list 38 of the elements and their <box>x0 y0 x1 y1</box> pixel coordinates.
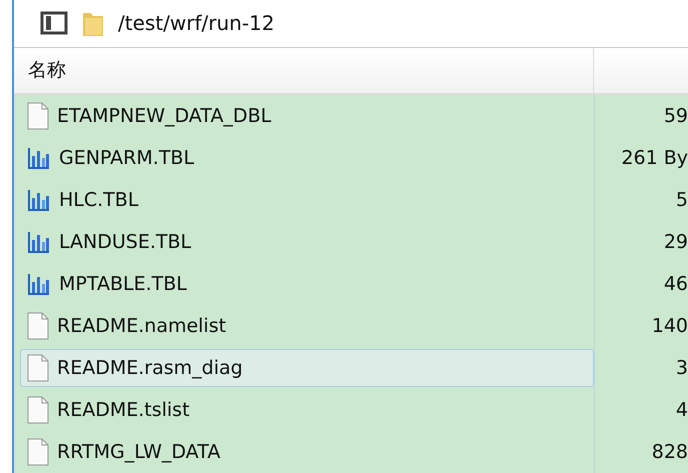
file-name[interactable]: MPTABLE.TBL <box>20 265 594 303</box>
file-name[interactable]: README.namelist <box>20 307 594 345</box>
file-name-text: GENPARM.TBL <box>59 147 194 169</box>
file-name-text: ETAMPNEW_DATA_DBL <box>57 105 272 127</box>
file-name[interactable]: GENPARM.TBL <box>20 139 594 177</box>
file-name-text: README.namelist <box>57 315 226 337</box>
file-name-text: README.tslist <box>57 399 190 421</box>
document-icon <box>27 354 49 382</box>
file-size: 140 <box>594 305 688 347</box>
document-icon <box>27 312 49 340</box>
path-text: /test/wrf/run-12 <box>118 11 274 36</box>
document-icon <box>27 102 49 130</box>
bar-chart-icon <box>27 188 51 212</box>
file-name[interactable]: HLC.TBL <box>20 181 594 219</box>
file-size: 59 <box>594 95 688 137</box>
file-name-text: HLC.TBL <box>59 189 138 211</box>
file-name-text: README.rasm_diag <box>57 357 243 379</box>
document-icon <box>27 438 49 466</box>
file-size: 4 <box>594 389 688 431</box>
file-size: 46 <box>594 263 688 305</box>
file-name-text: MPTABLE.TBL <box>59 273 187 295</box>
bar-chart-icon <box>27 230 51 254</box>
file-size: 828 <box>594 431 688 473</box>
sidebar-toggle-icon[interactable] <box>40 11 68 36</box>
bar-chart-icon <box>27 146 51 170</box>
file-size: 261 By <box>594 137 688 179</box>
document-icon <box>27 396 49 424</box>
file-size: 3 <box>594 347 688 389</box>
file-name[interactable]: LANDUSE.TBL <box>20 223 594 261</box>
file-name[interactable]: RRTMG_LW_DATA <box>20 433 594 471</box>
file-size: 5 <box>594 179 688 221</box>
bar-chart-icon <box>27 272 51 296</box>
file-name[interactable]: README.rasm_diag <box>20 349 594 387</box>
file-name[interactable]: README.tslist <box>20 391 594 429</box>
file-name[interactable]: ETAMPNEW_DATA_DBL <box>20 97 594 135</box>
file-name-text: LANDUSE.TBL <box>59 231 192 253</box>
file-size: 29 <box>594 221 688 263</box>
file-name-text: RRTMG_LW_DATA <box>57 441 220 463</box>
